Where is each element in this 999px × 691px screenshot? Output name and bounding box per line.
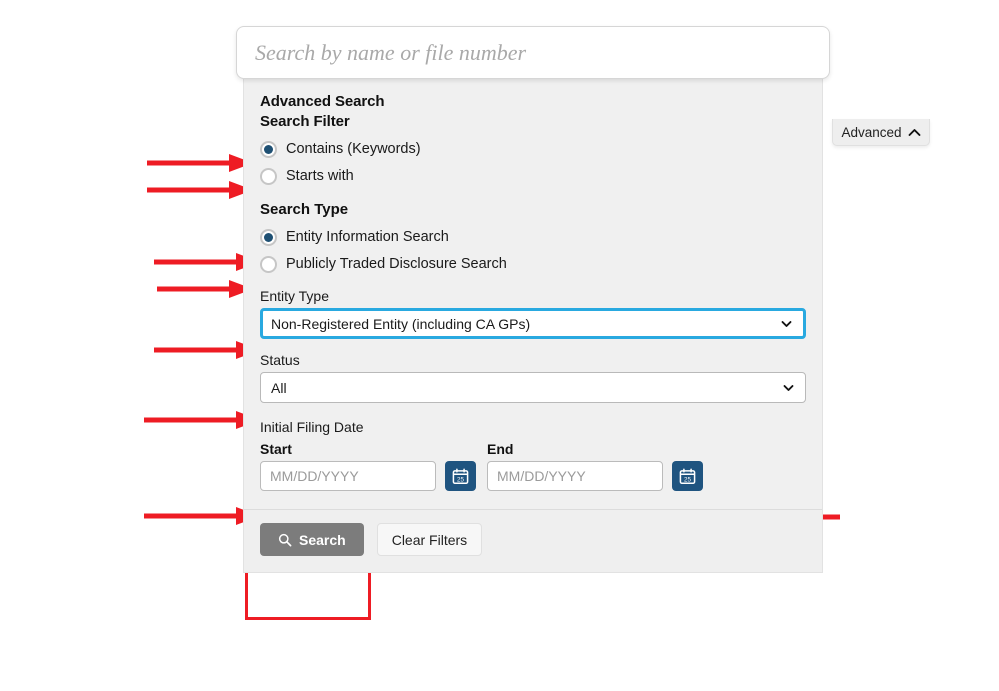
search-button[interactable]: Search (260, 523, 364, 556)
panel-footer: Search Clear Filters Advanced (244, 119, 930, 572)
annotation-arrow-contains (147, 154, 253, 172)
end-date-group: End 25 (487, 441, 703, 491)
chevron-down-icon (781, 318, 792, 329)
clear-filters-button[interactable]: Clear Filters (376, 523, 483, 556)
radio-option-starts-with[interactable]: Starts with (260, 165, 806, 187)
magnifier-icon (278, 533, 292, 546)
start-date-input[interactable] (260, 461, 436, 491)
clear-filters-label: Clear Filters (391, 531, 468, 548)
start-date-calendar-button[interactable]: 25 (445, 461, 476, 491)
advanced-toggle-label: Advanced (841, 124, 902, 140)
advanced-toggle-button[interactable]: Advanced (832, 119, 930, 146)
radio-entity-information-search-label: Entity Information Search (286, 229, 449, 245)
radio-option-entity-information-search[interactable]: Entity Information Search (260, 226, 806, 248)
advanced-search-title: Advanced Search (260, 93, 385, 110)
annotation-arrow-publicly-traded-search (157, 280, 253, 298)
calendar-icon: 25 (679, 467, 696, 484)
end-date-input[interactable] (487, 461, 663, 491)
status-field: Status All (260, 352, 806, 403)
radio-starts-with-icon[interactable] (260, 167, 277, 185)
chevron-down-icon (783, 382, 794, 393)
main-search-field[interactable] (236, 26, 830, 79)
advanced-search-panel: Advanced Search Search Filter Contains (… (243, 79, 930, 573)
entity-type-select[interactable]: Non-Registered Entity (including CA GPs) (260, 308, 806, 339)
end-date-calendar-button[interactable]: 25 (672, 461, 703, 491)
search-input[interactable] (237, 27, 829, 78)
svg-text:25: 25 (684, 476, 691, 483)
radio-entity-information-search-icon[interactable] (260, 228, 277, 246)
start-date-group: Start 25 (260, 441, 476, 491)
chevron-up-icon (908, 128, 920, 136)
radio-starts-with-label: Starts with (286, 168, 354, 184)
initial-filing-date-label: Initial Filing Date (260, 419, 364, 435)
svg-text:25: 25 (457, 476, 464, 483)
search-button-label: Search (299, 531, 346, 548)
search-filter-heading: Search Filter (260, 113, 350, 130)
entity-type-field: Entity Type Non-Registered Entity (inclu… (260, 288, 806, 339)
end-date-label: End (487, 441, 514, 457)
status-select[interactable]: All (260, 372, 806, 403)
status-label: Status (260, 352, 300, 368)
entity-type-value: Non-Registered Entity (including CA GPs) (271, 315, 531, 332)
search-type-heading: Search Type (260, 201, 349, 218)
filing-date-range: Start 25 End (260, 441, 806, 491)
start-date-label: Start (260, 441, 292, 457)
radio-publicly-traded-disclosure-icon[interactable] (260, 255, 277, 273)
radio-option-contains-keywords[interactable]: Contains (Keywords) (260, 138, 806, 160)
radio-contains-keywords-icon[interactable] (260, 140, 277, 158)
entity-type-label: Entity Type (260, 288, 330, 304)
annotation-arrow-starts-with (147, 181, 253, 199)
calendar-icon: 25 (452, 467, 469, 484)
radio-option-publicly-traded-disclosure-search[interactable]: Publicly Traded Disclosure Search (260, 253, 806, 275)
radio-publicly-traded-disclosure-label: Publicly Traded Disclosure Search (286, 256, 507, 272)
radio-contains-keywords-label: Contains (Keywords) (286, 141, 421, 157)
status-value: All (271, 379, 287, 396)
annotation-highlight-search-button (245, 570, 371, 620)
